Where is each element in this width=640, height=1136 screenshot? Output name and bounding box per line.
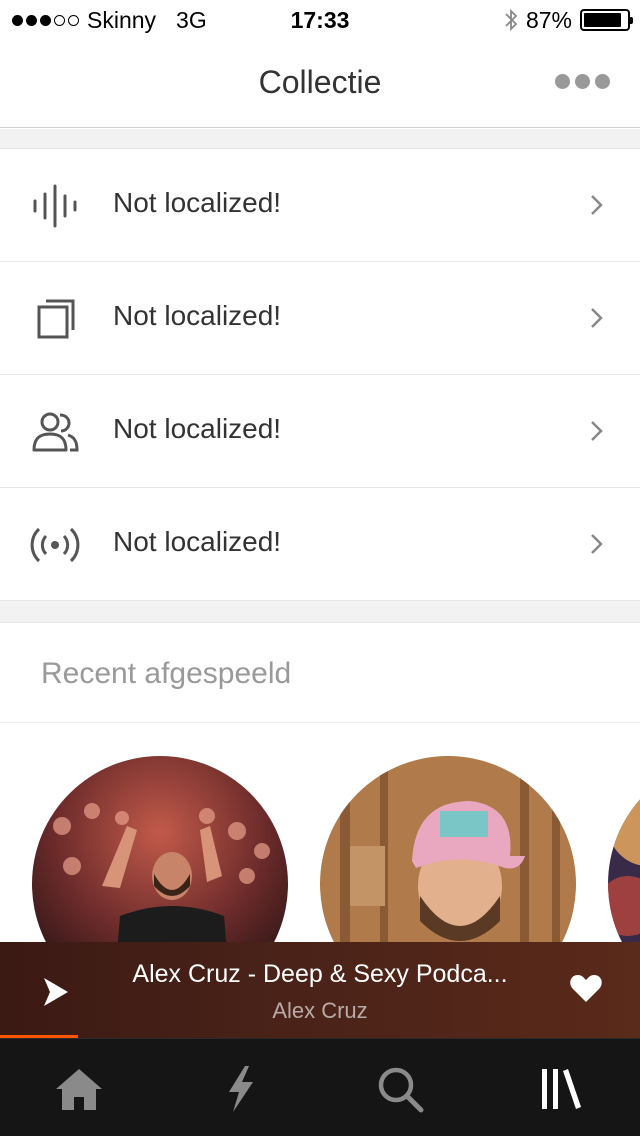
tab-bar bbox=[0, 1038, 640, 1136]
search-icon bbox=[378, 1067, 424, 1113]
tab-search[interactable] bbox=[372, 1061, 428, 1117]
chevron-right-icon bbox=[591, 534, 603, 554]
collection-item-label: Not localized! bbox=[113, 413, 282, 444]
mini-player[interactable]: Alex Cruz - Deep & Sexy Podca... Alex Cr… bbox=[0, 942, 640, 1038]
section-divider bbox=[0, 129, 640, 149]
heart-icon[interactable] bbox=[568, 970, 604, 1006]
collection-item-playlists[interactable]: Not localized! bbox=[0, 262, 640, 375]
collection-item-following[interactable]: Not localized! bbox=[0, 375, 640, 488]
play-icon[interactable] bbox=[36, 972, 76, 1012]
section-divider bbox=[0, 601, 640, 623]
battery-percent: 87% bbox=[525, 6, 572, 33]
tab-home[interactable] bbox=[51, 1061, 107, 1117]
track-title: Alex Cruz - Deep & Sexy Podca... bbox=[132, 960, 508, 988]
recent-item-avatar[interactable] bbox=[608, 756, 640, 942]
recent-carousel[interactable] bbox=[0, 724, 640, 942]
users-icon bbox=[32, 412, 79, 452]
collection-list: Not localized! Not localized! Not locali… bbox=[0, 149, 640, 601]
chevron-right-icon bbox=[591, 421, 603, 441]
chevron-right-icon bbox=[591, 195, 603, 215]
recent-item-avatar[interactable] bbox=[32, 756, 288, 942]
collection-item-label: Not localized! bbox=[113, 187, 282, 218]
dj-photo bbox=[32, 756, 288, 942]
collection-item-label: Not localized! bbox=[113, 526, 282, 557]
playlist-stack-icon bbox=[37, 299, 75, 339]
recent-item-avatar[interactable] bbox=[320, 756, 576, 942]
battery-icon bbox=[580, 9, 633, 31]
library-icon bbox=[542, 1069, 581, 1109]
bluetooth-icon bbox=[505, 8, 518, 32]
navigation-bar: Collectie bbox=[0, 40, 640, 128]
home-icon bbox=[56, 1069, 102, 1110]
status-bar: Skinny 3G 17:33 87% bbox=[0, 0, 640, 40]
more-dots-icon[interactable] bbox=[555, 74, 610, 89]
recent-header: Recent afgespeeld bbox=[0, 623, 640, 723]
chevron-right-icon bbox=[591, 308, 603, 328]
collection-item-likes[interactable]: Not localized! bbox=[0, 149, 640, 262]
tab-stream[interactable] bbox=[212, 1061, 268, 1117]
artist-photo bbox=[608, 756, 640, 942]
collection-item-stations[interactable]: Not localized! bbox=[0, 488, 640, 601]
tab-collection[interactable] bbox=[532, 1061, 588, 1117]
recent-title: Recent afgespeeld bbox=[41, 657, 292, 690]
track-artist: Alex Cruz bbox=[272, 998, 368, 1023]
status-right: 87% bbox=[504, 6, 633, 34]
waveform-icon bbox=[33, 184, 77, 228]
artist-photo bbox=[320, 756, 576, 942]
lightning-icon bbox=[229, 1066, 253, 1112]
page-title: Collectie bbox=[258, 64, 382, 100]
broadcast-icon bbox=[30, 527, 80, 563]
collection-item-label: Not localized! bbox=[113, 300, 282, 331]
